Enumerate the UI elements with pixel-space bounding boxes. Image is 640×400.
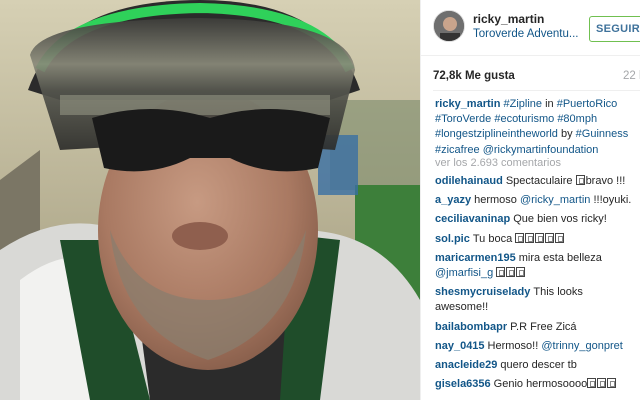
comment-text: quero descer tb <box>500 359 577 372</box>
emoji-placeholder-icon <box>607 378 617 389</box>
comment-text: Tu boca <box>472 232 516 245</box>
comment-username[interactable]: a_yazy <box>435 194 471 206</box>
comment-username[interactable]: maricarmen195 <box>435 252 516 264</box>
follow-button[interactable]: SEGUIR <box>589 16 640 42</box>
post-stats: 72,8k Me gusta 22 h <box>433 70 640 86</box>
comment-text: bravo !!! <box>585 175 626 187</box>
comment-username[interactable]: sol.pic <box>435 233 470 245</box>
comment-username[interactable]: anacleide29 <box>435 359 497 371</box>
hashtag-link[interactable]: #80mph <box>557 113 597 125</box>
comment-username[interactable]: shesmycruiselady <box>435 286 530 298</box>
comment-username[interactable]: odilehainaud <box>435 175 503 187</box>
hashtag-link[interactable]: #ecoturismo <box>494 113 554 125</box>
comment-item: maricarmen195 mira esta belleza @jmarfisi… <box>435 251 635 281</box>
comment-username[interactable]: nay_0415 <box>435 340 485 352</box>
emoji-placeholder-icon <box>545 232 555 243</box>
comment-text: mira esta belleza <box>518 251 602 264</box>
selfie-zipline-photo <box>0 0 420 400</box>
mention-link[interactable]: @trinny_gonpret <box>541 340 623 352</box>
hashtag-link[interactable]: #zicafree <box>435 144 480 156</box>
avatar[interactable] <box>433 10 465 42</box>
post-photo[interactable] <box>0 0 420 400</box>
mention-link[interactable]: @jmarfisi_g <box>435 267 493 279</box>
caption-username[interactable]: ricky_martin <box>435 98 500 110</box>
emoji-placeholder-icon <box>515 232 525 243</box>
emoji-placeholder-icon <box>516 267 526 278</box>
mention-link[interactable]: @rickymartinfoundation <box>483 144 599 156</box>
emoji-placeholder-icon <box>597 378 607 389</box>
hashtag-link[interactable]: #ToroVerde <box>435 113 491 125</box>
comment-item: a_yazy hermoso @ricky_martin !!!oyuki. <box>435 193 635 208</box>
comment-item: bailabombapr P.R Free Zicá <box>435 320 635 335</box>
comment-item: nay_0415 Hermoso!! @trinny_gonpret <box>435 339 635 354</box>
emoji-placeholder-icon <box>496 267 506 278</box>
post-sidebar: ricky_martin Toroverde Adventu... SEGUIR… <box>420 0 640 400</box>
emoji-placeholder-icon <box>506 267 516 278</box>
likes-count[interactable]: 72,8k Me gusta <box>433 70 515 82</box>
comment-item: shesmycruiselady This looks awesome!! <box>435 285 635 315</box>
post-caption: ricky_martin #Zipline in #PuertoRico #To… <box>435 97 635 158</box>
comment-text: Hermoso!! <box>487 339 542 352</box>
emoji-placeholder-icon <box>575 175 585 185</box>
caption-text-part: in <box>542 98 557 110</box>
comment-text: !!!oyuki. <box>590 194 632 207</box>
comment-text: Genio hermosoooo <box>493 378 588 391</box>
comment-text: Spectaculaire <box>505 175 576 187</box>
comment-username[interactable]: ceciliavaninap <box>435 213 510 225</box>
mention-link[interactable]: @ricky_martin <box>520 194 590 206</box>
view-all-comments-link[interactable]: ver los 2.693 comentarios <box>435 157 561 169</box>
divider <box>433 90 640 91</box>
comments-list: odilehainaud Spectaculaire bravo !!! a_yaz… <box>435 174 635 396</box>
hashtag-link[interactable]: #Guinness <box>576 128 629 140</box>
comment-item: anacleide29 quero descer tb <box>435 358 635 373</box>
comment-item: ceciliavaninap Que bien vos ricky! <box>435 212 635 227</box>
comment-text: hermoso <box>474 194 520 207</box>
emoji-placeholder-icon <box>525 232 535 243</box>
comment-text: Que bien vos ricky! <box>513 213 607 226</box>
comment-username[interactable]: gisela6356 <box>435 378 491 390</box>
hashtag-link[interactable]: #longestziplineintheworld <box>435 128 558 140</box>
caption-text-part: by <box>557 128 576 141</box>
hashtag-link[interactable]: #Zipline <box>504 98 543 110</box>
comment-item: gisela6356 Genio hermosoooo <box>435 377 635 392</box>
post-location[interactable]: Toroverde Adventu... <box>473 28 583 40</box>
comment-username[interactable]: bailabombapr <box>435 321 507 333</box>
post-username[interactable]: ricky_martin <box>473 12 544 26</box>
emoji-placeholder-icon <box>535 232 545 243</box>
hashtag-link[interactable]: #PuertoRico <box>557 98 618 110</box>
emoji-placeholder-icon <box>587 378 597 389</box>
profile-photo-icon <box>434 11 464 41</box>
post-time: 22 h <box>623 70 640 82</box>
emoji-placeholder-icon <box>555 232 565 243</box>
post-header: ricky_martin Toroverde Adventu... SEGUIR <box>421 0 640 56</box>
comment-text: P.R Free Zicá <box>510 320 577 333</box>
comment-item: sol.pic Tu boca <box>435 232 635 247</box>
comment-item: odilehainaud Spectaculaire bravo !!! <box>435 174 635 189</box>
